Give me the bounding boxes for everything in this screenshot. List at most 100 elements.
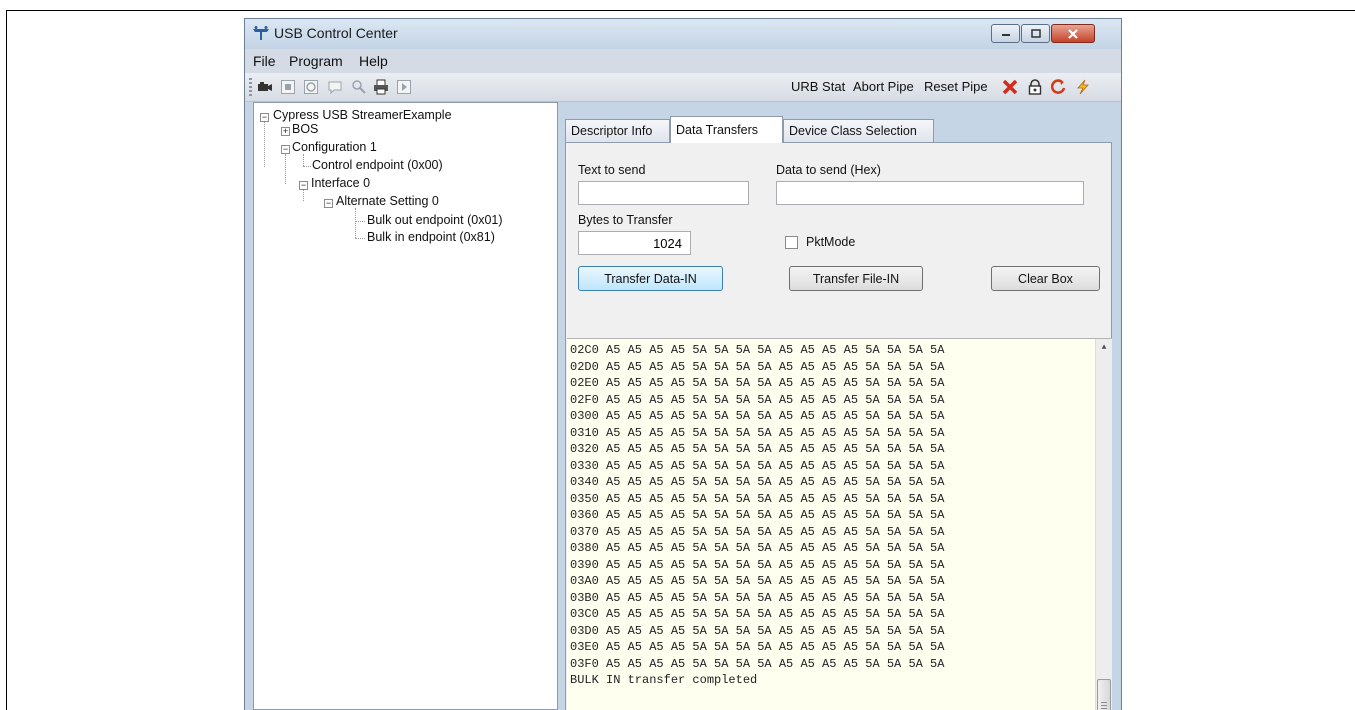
- output-line: 0330 A5 A5 A5 A5 5A 5A 5A 5A A5 A5 A5 A5…: [570, 458, 945, 473]
- tree-connector: [303, 154, 304, 166]
- tree-node-bos[interactable]: BOS: [292, 122, 318, 136]
- app-window: USB Control Center File Program Help URB…: [244, 18, 1122, 710]
- camera-icon[interactable]: [257, 79, 273, 95]
- output-line: 02F0 A5 A5 A5 A5 5A 5A 5A 5A A5 A5 A5 A5…: [570, 392, 945, 407]
- red-x-icon[interactable]: [1002, 79, 1018, 95]
- clear-box-label: Clear Box: [1018, 271, 1073, 286]
- output-line: 0340 A5 A5 A5 A5 5A 5A 5A 5A A5 A5 A5 A5…: [570, 475, 945, 489]
- tree-node-bulk-in[interactable]: Bulk in endpoint (0x81): [367, 230, 495, 244]
- pktmode-checkbox[interactable]: [785, 236, 798, 249]
- page-border-left: [6, 10, 7, 710]
- title-bar[interactable]: USB Control Center: [245, 19, 1121, 49]
- output-log[interactable]: 02C0 A5 A5 A5 A5 5A 5A 5A 5A A5 A5 A5 A5…: [567, 338, 1112, 710]
- power-cycle-icon[interactable]: [1051, 79, 1067, 95]
- vertical-scrollbar[interactable]: ▲: [1095, 339, 1112, 710]
- lightning-icon[interactable]: [1075, 79, 1091, 95]
- scroll-up-icon[interactable]: ▲: [1096, 339, 1112, 356]
- lock-icon[interactable]: [1027, 79, 1043, 95]
- tab-panel: Descriptor Info Data Transfers Device Cl…: [564, 102, 1121, 710]
- output-line: 0300 A5 A5 A5 A5 5A 5A 5A 5A A5 A5 A5 A5…: [570, 409, 945, 423]
- collapse-icon[interactable]: −: [260, 113, 269, 122]
- maximize-button[interactable]: [1021, 24, 1050, 43]
- window-title: USB Control Center: [274, 25, 398, 41]
- hex-to-send-input[interactable]: [776, 181, 1084, 205]
- urb-stat-button[interactable]: URB Stat: [791, 79, 845, 94]
- tree-connector: [303, 190, 304, 201]
- text-to-send-input[interactable]: [578, 181, 749, 205]
- toolbar: URB Stat Abort Pipe Reset Pipe: [245, 73, 1121, 102]
- data-transfers-pane: Text to send Data to send (Hex) Bytes to…: [565, 142, 1112, 710]
- minimize-icon: [1001, 33, 1010, 36]
- tree-connector: [303, 166, 311, 167]
- output-line: 02E0 A5 A5 A5 A5 5A 5A 5A 5A A5 A5 A5 A5…: [570, 376, 945, 390]
- search-icon[interactable]: [351, 79, 367, 95]
- tab-device-class-selection[interactable]: Device Class Selection: [783, 119, 934, 142]
- tree-connector: [355, 221, 365, 222]
- usb-app-icon: [253, 26, 269, 40]
- device-tree[interactable]: − Cypress USB StreamerExample + BOS − Co…: [253, 102, 558, 710]
- main-content: − Cypress USB StreamerExample + BOS − Co…: [245, 102, 1121, 710]
- output-line: 03F0 A5 A5 A5 A5 5A 5A 5A 5A A5 A5 A5 A5…: [570, 656, 945, 671]
- collapse-icon[interactable]: −: [299, 181, 308, 190]
- menu-help[interactable]: Help: [359, 53, 388, 69]
- reset-pipe-button[interactable]: Reset Pipe: [924, 79, 988, 94]
- toolbar-grip[interactable]: [249, 78, 252, 96]
- abort-pipe-button[interactable]: Abort Pipe: [853, 79, 914, 94]
- tab-data-transfers[interactable]: Data Transfers: [670, 116, 783, 143]
- transfer-file-in-label: Transfer File-IN: [812, 271, 900, 286]
- close-icon: [1068, 28, 1078, 39]
- menu-program[interactable]: Program: [289, 53, 343, 69]
- text-to-send-label: Text to send: [578, 163, 646, 177]
- output-line: 02C0 A5 A5 A5 A5 5A 5A 5A 5A A5 A5 A5 A5…: [570, 343, 945, 357]
- tree-node-control-endpoint[interactable]: Control endpoint (0x00): [312, 158, 443, 172]
- tree-node-bulk-out[interactable]: Bulk out endpoint (0x01): [367, 213, 503, 227]
- minimize-button[interactable]: [991, 24, 1020, 43]
- output-lines: 02C0 A5 A5 A5 A5 5A 5A 5A 5A A5 A5 A5 A5…: [570, 342, 944, 689]
- menu-bar: File Program Help: [245, 49, 1121, 73]
- output-line: 03C0 A5 A5 A5 A5 5A 5A 5A 5A A5 A5 A5 A5…: [570, 607, 945, 621]
- hex-to-send-label: Data to send (Hex): [776, 163, 881, 177]
- tree-node-interface[interactable]: Interface 0: [311, 176, 370, 190]
- refresh-icon[interactable]: [303, 79, 319, 95]
- tab-descriptor-info[interactable]: Descriptor Info: [565, 119, 670, 142]
- tree-connector: [355, 208, 356, 238]
- pktmode-label[interactable]: PktMode: [806, 235, 855, 249]
- output-line: 03A0 A5 A5 A5 A5 5A 5A 5A 5A A5 A5 A5 A5…: [570, 574, 945, 588]
- tree-connector: [355, 238, 365, 239]
- output-line: 03E0 A5 A5 A5 A5 5A 5A 5A 5A A5 A5 A5 A5…: [570, 640, 945, 654]
- output-line: 0390 A5 A5 A5 A5 5A 5A 5A 5A A5 A5 A5 A5…: [570, 557, 945, 572]
- bytes-to-transfer-input[interactable]: [578, 231, 691, 255]
- collapse-icon[interactable]: −: [324, 199, 333, 208]
- transfer-file-in-button[interactable]: Transfer File-IN: [789, 266, 923, 291]
- tree-node-alt-setting[interactable]: Alternate Setting 0: [336, 194, 439, 208]
- output-line: 0320 A5 A5 A5 A5 5A 5A 5A 5A A5 A5 A5 A5…: [570, 442, 945, 456]
- tree-connector: [264, 122, 265, 167]
- menu-file[interactable]: File: [253, 53, 276, 69]
- clear-box-button[interactable]: Clear Box: [991, 266, 1100, 291]
- tree-connector: [285, 154, 286, 184]
- maximize-icon: [1030, 29, 1041, 38]
- expand-icon[interactable]: +: [281, 127, 290, 136]
- transfer-data-in-button[interactable]: Transfer Data-IN: [578, 266, 723, 291]
- output-line: 0350 A5 A5 A5 A5 5A 5A 5A 5A A5 A5 A5 A5…: [570, 491, 945, 506]
- output-line: 03D0 A5 A5 A5 A5 5A 5A 5A 5A A5 A5 A5 A5…: [570, 623, 945, 638]
- bytes-to-transfer-label: Bytes to Transfer: [578, 213, 673, 227]
- comment-icon[interactable]: [327, 79, 343, 95]
- output-line: BULK IN transfer completed: [570, 673, 758, 687]
- tree-node-root[interactable]: Cypress USB StreamerExample: [273, 108, 452, 122]
- print-icon[interactable]: [373, 79, 389, 95]
- output-line: 0370 A5 A5 A5 A5 5A 5A 5A 5A A5 A5 A5 A5…: [570, 524, 945, 539]
- close-button[interactable]: [1051, 24, 1095, 43]
- collapse-icon[interactable]: −: [281, 145, 290, 154]
- tree-node-configuration[interactable]: Configuration 1: [292, 140, 377, 154]
- output-line: 0310 A5 A5 A5 A5 5A 5A 5A 5A A5 A5 A5 A5…: [570, 425, 945, 440]
- grip-icon: [1101, 702, 1107, 709]
- output-line: 0360 A5 A5 A5 A5 5A 5A 5A 5A A5 A5 A5 A5…: [570, 508, 945, 522]
- play-icon[interactable]: [396, 79, 412, 95]
- page-border-top: [6, 10, 1355, 11]
- transfer-data-in-label: Transfer Data-IN: [604, 271, 697, 286]
- output-line: 03B0 A5 A5 A5 A5 5A 5A 5A 5A A5 A5 A5 A5…: [570, 590, 945, 605]
- scroll-thumb[interactable]: [1097, 679, 1111, 710]
- output-line: 0380 A5 A5 A5 A5 5A 5A 5A 5A A5 A5 A5 A5…: [570, 541, 945, 555]
- stop-icon[interactable]: [280, 79, 296, 95]
